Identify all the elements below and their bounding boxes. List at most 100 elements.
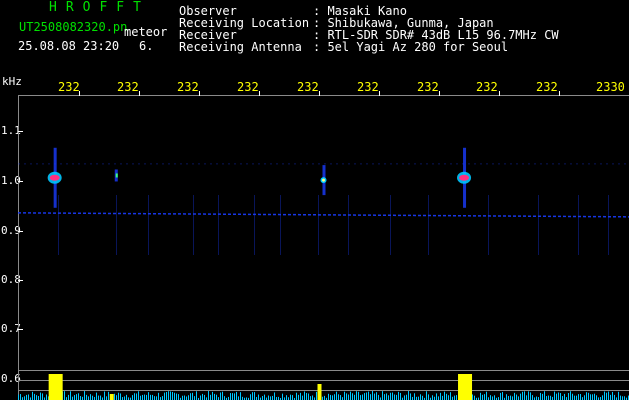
histogram-bar xyxy=(546,396,547,400)
x-tick-label: 232 xyxy=(117,80,139,94)
histogram-bar xyxy=(562,396,563,400)
histogram-bar xyxy=(250,394,251,400)
histogram-bar xyxy=(520,393,521,400)
meteor-count: 6. xyxy=(139,39,154,53)
histogram-bar xyxy=(270,396,271,400)
histogram-bar xyxy=(80,396,81,400)
histogram-bar xyxy=(42,393,43,400)
noise-streak xyxy=(538,195,539,255)
histogram-bar xyxy=(302,395,303,400)
histogram-bar xyxy=(530,392,531,400)
histogram-bar xyxy=(422,395,423,400)
histogram-bar xyxy=(610,394,611,400)
histogram-bar xyxy=(580,394,581,400)
noise-streak xyxy=(428,195,429,255)
histogram-bar xyxy=(368,391,369,400)
histogram-bar xyxy=(506,394,507,400)
histogram-bar xyxy=(274,392,275,400)
noise-streak xyxy=(58,195,59,255)
histogram-bar xyxy=(474,395,475,400)
histogram-bar xyxy=(516,394,517,400)
histogram-bar xyxy=(108,391,109,400)
histogram-bar xyxy=(390,392,391,400)
echo-core xyxy=(115,173,118,178)
histogram-bar xyxy=(570,391,571,400)
x-tick-label: 232 xyxy=(536,80,558,94)
histogram-bar xyxy=(98,395,99,400)
histogram-bar xyxy=(184,395,185,400)
histogram-bar xyxy=(350,391,351,400)
histogram-bar xyxy=(186,396,187,400)
histogram-bar xyxy=(352,393,353,400)
histogram-bar xyxy=(544,391,545,400)
unit-label: kHz xyxy=(2,75,22,88)
histogram-bar xyxy=(334,394,335,400)
histogram-bar xyxy=(400,392,401,400)
histogram-bar xyxy=(486,391,487,400)
datetime-label: 25.08.08 23:20 xyxy=(18,39,120,53)
histogram-bar xyxy=(156,396,157,400)
histogram-bar xyxy=(362,394,363,400)
histogram-bar xyxy=(420,394,421,400)
histogram-bar xyxy=(306,392,307,400)
x-tick-label: 232 xyxy=(357,80,379,94)
histogram-bar xyxy=(336,391,337,400)
histogram-bar xyxy=(578,394,579,400)
histogram-bar xyxy=(514,392,515,400)
histogram-bar xyxy=(480,392,481,400)
histogram-bar xyxy=(564,393,565,400)
histogram-bar xyxy=(384,394,385,400)
histogram-bar xyxy=(360,395,361,400)
histogram-bar xyxy=(612,391,613,400)
histogram-bar xyxy=(204,394,205,400)
histogram-bar xyxy=(542,393,543,400)
histogram-bar xyxy=(308,393,309,400)
histogram-bar xyxy=(500,392,501,400)
histogram-bar xyxy=(346,393,347,400)
histogram-bar xyxy=(586,392,587,400)
histogram-bar xyxy=(316,391,317,400)
histogram-bar xyxy=(536,396,537,400)
histogram-bar xyxy=(606,392,607,400)
histogram-bar xyxy=(238,396,239,400)
histogram-bar xyxy=(268,395,269,400)
brand-title: HROFFT xyxy=(49,0,150,15)
histogram-bar xyxy=(622,396,623,400)
noise-streak xyxy=(280,195,281,255)
noise-streak xyxy=(254,195,255,255)
noise-streak xyxy=(218,195,219,255)
histogram-bar xyxy=(38,396,39,400)
noise-streak xyxy=(148,195,149,255)
histogram-bar xyxy=(216,394,217,400)
meteor-echo xyxy=(320,165,327,196)
histogram-bar xyxy=(104,391,105,400)
filename-label: UT2508082320.pn xyxy=(19,20,128,34)
histogram-bar xyxy=(240,392,241,400)
histogram-bar xyxy=(282,393,283,400)
histogram-bar xyxy=(84,391,85,400)
histogram-bar xyxy=(70,391,71,400)
histogram-bar xyxy=(328,393,329,400)
histogram-bar xyxy=(26,394,27,400)
histogram-bar xyxy=(392,392,393,400)
histogram-bar xyxy=(442,395,443,400)
histogram-bar xyxy=(382,391,383,400)
histogram-bar xyxy=(370,394,371,400)
histogram-bar xyxy=(20,394,21,400)
histogram-bar xyxy=(618,391,619,400)
histogram-bar xyxy=(554,391,555,400)
histogram-bar xyxy=(508,396,509,400)
histogram-bar xyxy=(344,391,345,400)
noise-streak xyxy=(348,195,349,255)
histogram-bar xyxy=(472,394,473,400)
carrier-line xyxy=(18,212,629,218)
histogram-bar xyxy=(194,396,195,400)
histogram-bar xyxy=(132,395,133,400)
signal-histogram xyxy=(18,374,629,400)
histogram-bar xyxy=(234,393,235,400)
histogram-bar xyxy=(410,393,411,400)
histogram-bar xyxy=(100,395,101,400)
histogram-bar xyxy=(332,395,333,400)
x-tick-label: 232 xyxy=(58,80,80,94)
noise-streak xyxy=(318,195,319,255)
